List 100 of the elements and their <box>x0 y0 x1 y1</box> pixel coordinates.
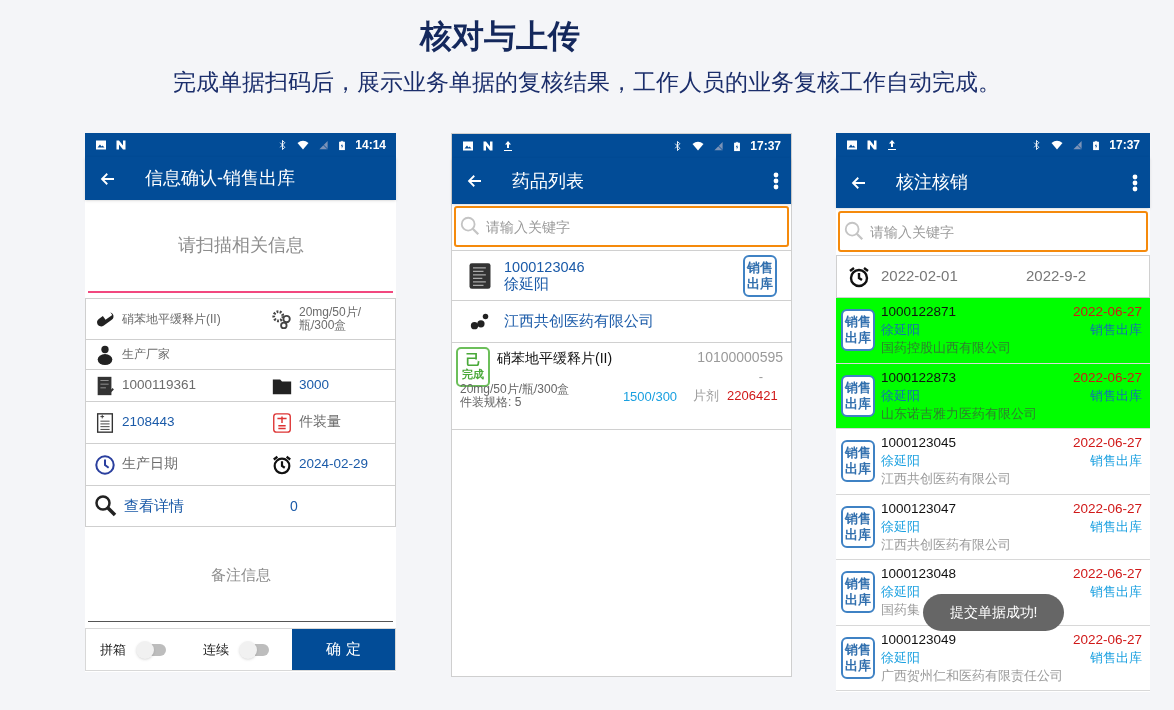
battery-icon <box>732 139 743 153</box>
person-name: 徐延阳 <box>881 584 920 602</box>
clock-icon <box>94 453 116 476</box>
slide-subtitle: 完成单据扫码后，展示业务单据的复核结果，工作人员的业务复核工作自动完成。 <box>173 68 1001 97</box>
search-icon <box>459 215 481 237</box>
info-text: 2108443 <box>122 413 175 432</box>
order-number: 1000123045 <box>881 434 957 453</box>
order-type: 销售出库 <box>1090 649 1142 667</box>
order-type: 销售出库 <box>1090 387 1142 405</box>
wifi-icon <box>296 139 311 151</box>
switch-label: 连续 <box>203 640 229 659</box>
clock-time: 17:37 <box>750 138 781 155</box>
screen-title: 核注核销 <box>896 171 969 194</box>
company-name: 江西共创医药有限公司 <box>881 536 1011 554</box>
image-icon <box>95 139 107 151</box>
n-logo-icon <box>866 139 878 151</box>
quantity-text: 1500/300 <box>621 388 679 404</box>
order-number: 1000123047 <box>881 499 957 518</box>
type-badge: 销售出库 <box>841 309 875 352</box>
wifi-icon <box>691 140 706 152</box>
no-signal-icon <box>1072 139 1084 151</box>
person-name: 徐延阳 <box>881 518 920 536</box>
image-icon <box>462 140 474 152</box>
alarm-clock-icon <box>847 264 871 289</box>
battery-icon <box>1091 138 1102 152</box>
screen-title: 药品列表 <box>512 169 585 193</box>
company-name: 江西共创医药有限公司 <box>504 311 654 331</box>
info-text: 件装量 <box>299 413 341 432</box>
order-date: 2022-06-27 <box>1072 303 1142 322</box>
search-icon <box>843 220 865 242</box>
search-field[interactable]: 请输入关键字 <box>454 206 789 247</box>
type-badge: 销售出库 <box>841 505 875 548</box>
dosage-form: 片剂 <box>693 387 719 406</box>
order-number: 1000122873 <box>881 368 957 387</box>
person-name: 徐延阳 <box>881 649 920 667</box>
search-field[interactable]: 请输入关键字 <box>838 211 1148 252</box>
order-date: 2022-06-27 <box>1072 434 1142 453</box>
clock-time: 14:14 <box>355 137 386 154</box>
info-text: 生产日期 <box>122 455 178 474</box>
no-signal-icon <box>318 139 330 151</box>
more-menu-icon <box>773 172 779 190</box>
drug-code: 10100000595 <box>697 348 783 367</box>
person-name: 徐延阳 <box>881 322 920 340</box>
toast-message: 提交单据成功! <box>923 594 1064 631</box>
toggle-switch[interactable] <box>138 643 166 656</box>
bluetooth-icon <box>277 139 289 151</box>
info-text: 1000119361 <box>122 376 197 395</box>
package-spec: 件装规格: 5 <box>460 396 523 409</box>
battery-icon <box>337 138 348 152</box>
type-badge: 销售出库 <box>841 440 875 483</box>
screen-title: 信息确认-销售出库 <box>145 167 296 190</box>
upload-icon <box>886 139 898 151</box>
batch-number: 2206421 <box>727 387 778 406</box>
alarm-clock-icon <box>271 453 293 476</box>
toggle-switch[interactable] <box>241 643 269 656</box>
info-text: 硝苯地平缓释片(II) <box>122 312 221 326</box>
order-type: 销售出库 <box>1090 322 1142 340</box>
detail-count: 0 <box>290 496 298 516</box>
switch-label: 拼箱 <box>100 640 126 659</box>
company-name: 江西共创医药有限公司 <box>881 471 1011 489</box>
order-type: 销售出库 <box>1090 518 1142 536</box>
person-name: 徐延阳 <box>881 453 920 471</box>
drug-name: 硝苯地平缓释片(II) <box>497 349 614 368</box>
bluetooth-icon <box>672 140 684 152</box>
more-menu-icon <box>1132 173 1138 192</box>
detail-link[interactable]: 查看详情 <box>124 494 284 518</box>
confirm-button[interactable]: 确 定 <box>292 629 395 670</box>
n-logo-icon <box>482 140 494 152</box>
package-stamp-icon <box>271 411 293 434</box>
person-name: 徐延阳 <box>881 387 920 405</box>
company-name: 国药集 <box>881 602 920 620</box>
info-text: 20mg/50片/瓶/300盒 <box>299 306 363 332</box>
scan-field[interactable]: 请扫描相关信息 <box>88 200 393 293</box>
start-date: 2022-02-01 <box>881 266 959 287</box>
company-name: 广西贺州仁和医药有限责任公司 <box>881 667 1063 685</box>
type-badge: 销售出库 <box>841 571 875 614</box>
gears-icon <box>271 308 293 330</box>
order-number: 1000123048 <box>881 565 957 584</box>
type-badge: 销售出库 <box>841 636 875 679</box>
no-signal-icon <box>713 140 725 152</box>
remark-field[interactable]: 备注信息 <box>88 527 393 622</box>
order-date: 2022-06-27 <box>1072 499 1142 518</box>
type-badge: 销售出库 <box>841 374 875 417</box>
code-suffix: - <box>758 368 763 386</box>
back-arrow-icon <box>466 172 484 190</box>
order-date: 2022-06-27 <box>1072 368 1142 387</box>
order-number: 1000122871 <box>881 303 957 322</box>
slide-title: 核对与上传 <box>420 17 580 56</box>
order-type: 销售出库 <box>1090 584 1142 602</box>
wifi-icon <box>1050 139 1065 151</box>
order-number: 1000123046 <box>504 258 586 276</box>
info-text: 2024-02-29 <box>299 455 369 474</box>
person-name: 徐延阳 <box>504 275 550 293</box>
order-number: 1000123049 <box>881 630 957 649</box>
company-name: 山东诺吉雅力医药有限公司 <box>881 405 1037 423</box>
order-type: 销售出库 <box>1090 453 1142 471</box>
clock-time: 17:37 <box>1109 137 1140 154</box>
type-badge: 销售出库 <box>743 254 777 297</box>
n-logo-icon <box>115 139 127 151</box>
order-date: 2022-06-27 <box>1072 630 1142 649</box>
